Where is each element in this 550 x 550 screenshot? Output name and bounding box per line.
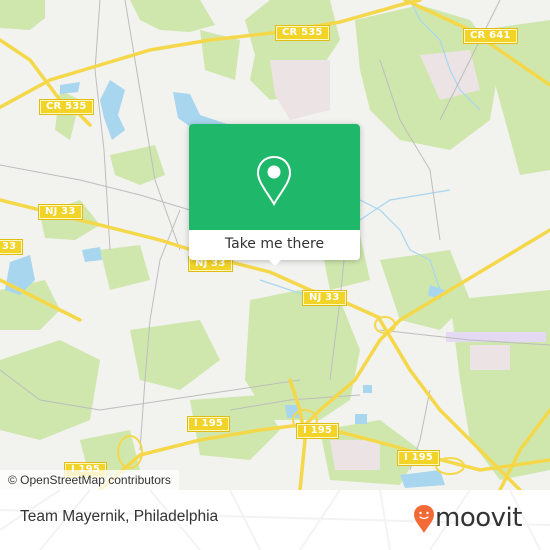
moovit-logo-pin-icon [414, 505, 434, 533]
road-shield-cr535: CR 535 [275, 25, 330, 41]
popup-pointer [267, 258, 283, 266]
road-shield-cr641: CR 641 [463, 28, 518, 44]
location-popup: Take me there [189, 124, 360, 266]
road-shield-i195: I 195 [295, 423, 340, 439]
footer-bar: Team Mayernik, Philadelphia moovit [0, 490, 550, 550]
moovit-wordmark: moovit [435, 503, 522, 533]
popup-header [189, 124, 360, 230]
road-shield-i195: I 195 [186, 416, 231, 432]
road-shield-nj33: NJ 33 [38, 204, 83, 220]
road-shield-i195: I 195 [396, 450, 441, 466]
road-shield-cr535: CR 535 [39, 99, 94, 115]
road-shield-33: 33 [0, 239, 24, 255]
map-attribution[interactable]: © OpenStreetMap contributors [0, 470, 179, 490]
road-shield-nj33: NJ 33 [302, 290, 347, 306]
moovit-logo[interactable]: moovit [413, 500, 538, 540]
map-view[interactable]: CR 535 CR 535 CR 641 NJ 33 NJ 33 NJ 33 3… [0, 0, 550, 490]
place-name: Team Mayernik, Philadelphia [20, 508, 219, 525]
take-me-there-button[interactable]: Take me there [189, 230, 360, 260]
map-pin-icon [256, 155, 292, 206]
airport-runway [446, 332, 546, 342]
